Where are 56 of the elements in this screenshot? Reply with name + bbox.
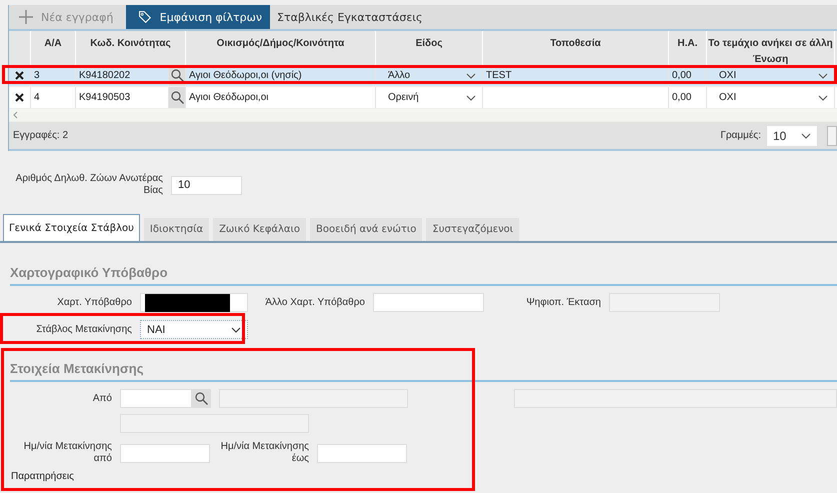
search-icon[interactable] — [170, 69, 184, 82]
section-heading: Στοιχεία Μετακίνησης — [10, 353, 837, 382]
chevron-down-icon — [466, 72, 476, 78]
search-button[interactable] — [191, 389, 211, 408]
type-dropdown[interactable]: Ορεινή — [376, 87, 483, 108]
chevron-down-icon — [818, 94, 828, 100]
chevron-down-icon — [801, 132, 811, 138]
chevron-down-icon — [466, 94, 476, 100]
date-field[interactable] — [317, 444, 407, 462]
table-row[interactable]: 4 K94190503 Αγιοι Θεόδωροι,οι Ορεινή 0,00 ΟΧΙ — [9, 87, 837, 109]
search-icon[interactable] — [170, 91, 184, 104]
date-field[interactable] — [120, 444, 210, 462]
type-dropdown[interactable]: Άλλο — [376, 65, 483, 86]
field-label: Άλλο Χαρτ. Υπόβαθρο — [264, 296, 366, 308]
record-count: Εγγραφές: 2 — [13, 130, 68, 141]
field-label: Από — [92, 392, 113, 404]
field-label: Ημ/νία Μετακίνησης έως — [220, 441, 310, 465]
field-label: Αριθμός Δηλωθ. Ζώων Ανωτέρας Βίας — [14, 173, 164, 197]
input-field[interactable] — [373, 293, 484, 312]
delete-icon[interactable] — [15, 71, 24, 80]
field-label: Ημ/νία Μετακίνησης από — [22, 441, 113, 465]
table-cell: 0,00 — [669, 87, 707, 108]
field-label: Ψηφιοπ. Έκταση — [525, 296, 602, 308]
table-cell: Αγιοι Θεόδωροι,οι (νησίς) — [186, 65, 376, 86]
tab[interactable]: Συστεγαζόμενοι — [426, 218, 520, 241]
chevron-down-icon — [231, 326, 241, 332]
input-field[interactable] — [140, 293, 248, 312]
union-dropdown[interactable]: ΟΧΙ — [707, 65, 835, 86]
delete-icon[interactable] — [15, 93, 24, 102]
table-cell: 0,00 — [669, 65, 707, 86]
field-label: Χαρτ. Υπόβαθρο — [56, 296, 133, 308]
input-field[interactable]: 10 — [171, 176, 242, 194]
union-dropdown[interactable]: ΟΧΙ — [707, 87, 835, 108]
page-size-dropdown[interactable]: 10 — [767, 126, 817, 146]
horizontal-scrollbar[interactable] — [9, 109, 837, 121]
field-label: Παρατηρήσεις — [10, 471, 74, 482]
field-label: Στάβλος Μετακίνησης — [35, 324, 133, 336]
tab[interactable]: Γενικά Στοιχεία Στάβλου — [3, 214, 140, 241]
section-heading: Χαρτογραφικό Υπόβαθρο — [10, 243, 837, 286]
search-icon — [194, 392, 208, 405]
tab[interactable]: Ζωικό Κεφάλαιο — [213, 218, 306, 241]
table-cell: 4 — [31, 87, 76, 108]
tab[interactable]: Ιδιοκτησία — [144, 218, 210, 241]
show-filters-button[interactable]: Εμφάνιση φίλτρων — [126, 5, 270, 29]
tab[interactable]: Βοοειδή ανά ενώτιο — [310, 218, 422, 241]
chevron-down-icon — [818, 72, 828, 78]
moving-stable-dropdown[interactable]: ΝΑΙ — [140, 320, 248, 339]
table-cell: 3 — [31, 65, 76, 86]
rows-label: Γραμμές: — [720, 130, 761, 141]
panel-title: Σταβλικές Εγκαταστάσεις — [276, 10, 422, 24]
table-cell: Αγιοι Θεόδωροι,οι — [186, 87, 376, 108]
tag-icon — [138, 8, 152, 26]
table-cell: TEST — [483, 65, 669, 86]
first-page-button[interactable] — [827, 126, 837, 146]
input-field[interactable] — [120, 389, 191, 408]
plus-icon — [19, 10, 33, 24]
